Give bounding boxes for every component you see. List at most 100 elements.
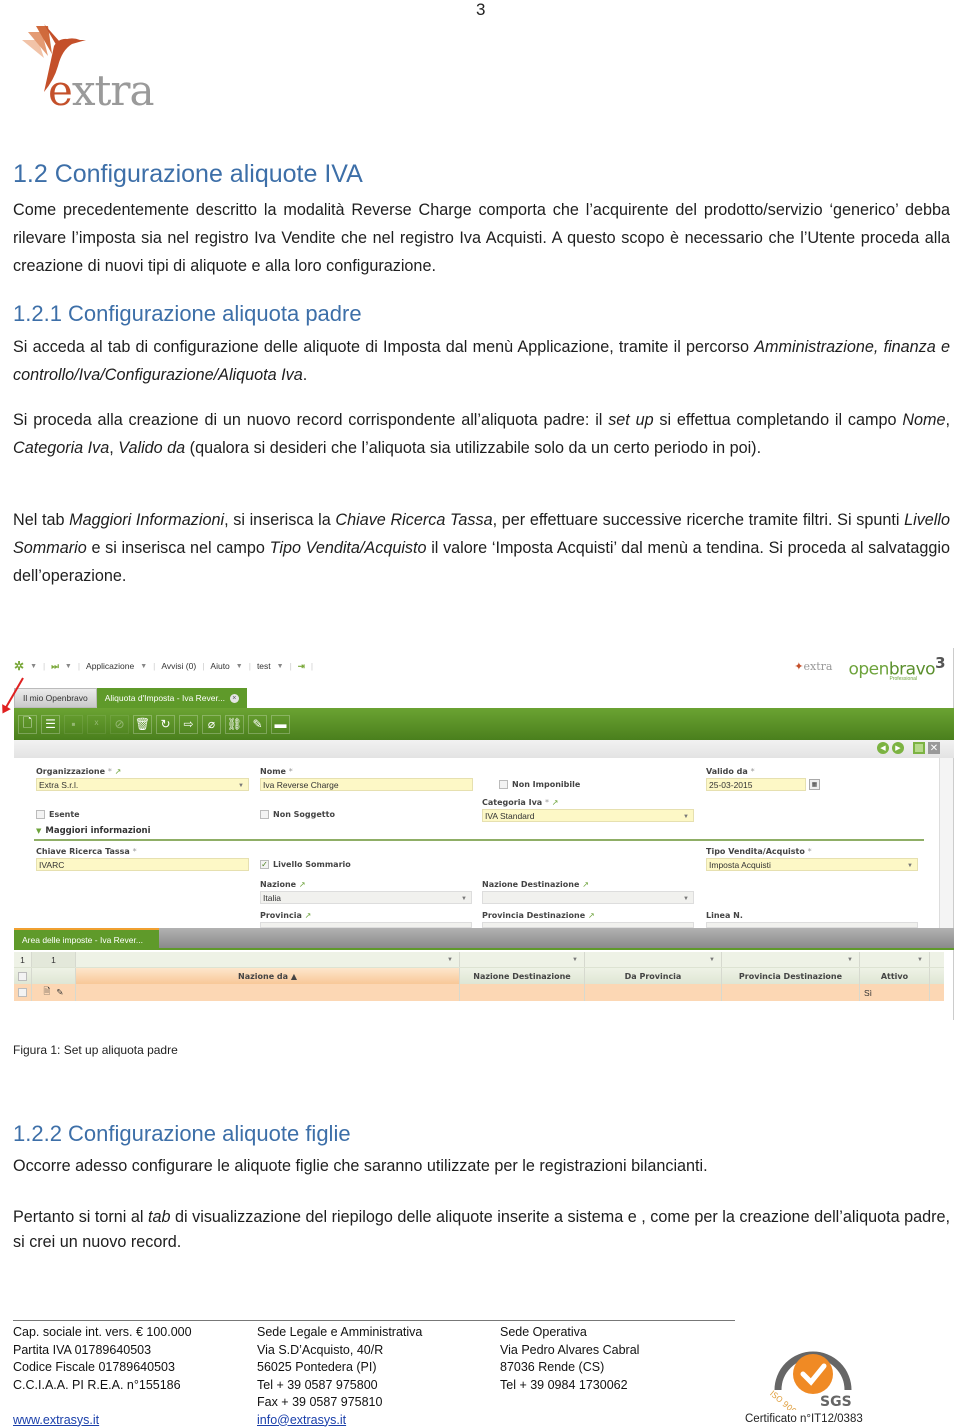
non-imponibile-checkbox[interactable]: Non Imponibile bbox=[499, 780, 580, 789]
chevron-down-icon[interactable]: ▼ bbox=[905, 860, 915, 869]
tab-aliquota-imposta[interactable]: Aliquota d'Imposta - Iva Rever... × bbox=[96, 688, 247, 708]
column-header-nazione-destinazione[interactable]: Nazione Destinazione bbox=[460, 968, 585, 984]
trash-icon: 🗑 bbox=[134, 717, 151, 731]
categoria-iva-select[interactable]: IVA Standard ▼ bbox=[482, 809, 694, 822]
chiave-ricerca-label: Chiave Ricerca Tassa * bbox=[36, 847, 137, 856]
menu-aiuto[interactable]: Aiuto bbox=[210, 661, 229, 671]
undo-button[interactable]: ⊘ bbox=[110, 714, 129, 734]
chevron-down-icon[interactable]: ▼ bbox=[236, 780, 246, 789]
paragraph-new-record: Si proceda alla creazione di un nuovo re… bbox=[13, 411, 950, 457]
filter-da-provincia[interactable]: ▼ bbox=[585, 952, 722, 967]
figure-caption: Figura 1: Set up aliquota padre bbox=[13, 1043, 178, 1057]
expand-triangle-icon[interactable]: ▼ bbox=[36, 827, 41, 835]
table-row[interactable]: 🗎 ✎ Sì bbox=[14, 984, 944, 1001]
tipo-vendita-select[interactable]: Imposta Acquisti ▼ bbox=[706, 858, 918, 871]
provincia-destinazione-label: Provincia Destinazione ↗ bbox=[482, 911, 595, 920]
attach-button[interactable]: ⌀ bbox=[202, 714, 221, 734]
save-close-button[interactable]: ˣ bbox=[87, 714, 106, 734]
section-heading-1-2-1: 1.2.1 Configurazione aliquota padre bbox=[13, 301, 362, 326]
nome-input[interactable]: Iva Reverse Charge bbox=[260, 778, 473, 791]
save-button[interactable]: ▪ bbox=[64, 714, 83, 734]
grid-header-row: Nazione da ▲ Nazione Destinazione Da Pro… bbox=[14, 968, 944, 984]
extra-logo: extra bbox=[14, 18, 155, 115]
next-record-icon[interactable]: ▶ bbox=[892, 742, 904, 754]
chevron-down-icon[interactable]: ▼ bbox=[681, 811, 691, 820]
paragraph-new-child-record: Pertanto si torni al tab di visualizzazi… bbox=[13, 1208, 950, 1251]
quick-launch-icon[interactable]: ⏭ bbox=[51, 661, 59, 672]
non-soggetto-checkbox[interactable]: Non Soggetto bbox=[260, 810, 335, 819]
paperclip-icon: ⌀ bbox=[207, 717, 216, 731]
row-checkbox[interactable] bbox=[14, 984, 32, 1001]
paragraph-figlie-intro: Occorre adesso configurare le aliquote f… bbox=[13, 1157, 708, 1175]
tools-button[interactable]: ✎ bbox=[248, 714, 267, 734]
form-view-icon[interactable]: 🗎 bbox=[44, 986, 51, 1000]
calendar-icon[interactable]: ▦ bbox=[809, 779, 820, 790]
edit-pencil-icon[interactable]: ✎ bbox=[56, 987, 63, 998]
new-record-button[interactable]: 🗋 bbox=[18, 714, 37, 734]
maximize-icon[interactable] bbox=[913, 742, 925, 754]
livello-sommario-checkbox[interactable]: ✓ Livello Sommario bbox=[260, 860, 351, 869]
valido-da-input[interactable]: 25-03-2015 bbox=[706, 778, 806, 791]
menu-applicazione[interactable]: Applicazione bbox=[86, 661, 134, 671]
logout-icon[interactable]: ⇥ bbox=[298, 661, 305, 672]
filter-attivo[interactable]: ▼ bbox=[860, 952, 930, 967]
chiave-ricerca-input[interactable]: IVARC bbox=[36, 858, 249, 871]
close-tab-icon[interactable]: × bbox=[229, 693, 239, 703]
footer-divider bbox=[13, 1320, 735, 1321]
grid-view-button[interactable]: ☰ bbox=[41, 714, 60, 734]
checkbox-icon[interactable] bbox=[260, 810, 269, 819]
website-link[interactable]: www.extrasys.it bbox=[13, 1413, 99, 1427]
column-header-provincia-destinazione[interactable]: Provincia Destinazione bbox=[722, 968, 860, 984]
favorites-star-icon[interactable]: ✲ bbox=[14, 659, 24, 673]
menu-avvisi[interactable]: Avvisi (0) bbox=[161, 661, 196, 671]
chevron-down-icon[interactable]: ▼ bbox=[140, 663, 147, 670]
nazione-select[interactable]: Italia ▼ bbox=[260, 891, 472, 904]
section-heading-1-2: 1.2 Configurazione aliquote IVA bbox=[13, 160, 363, 188]
footer-legal-office: Sede Legale e Amministrativa Via S.D’Acq… bbox=[257, 1325, 423, 1427]
chevron-down-icon[interactable]: ▼ bbox=[30, 663, 37, 670]
chevron-down-icon[interactable]: ▼ bbox=[277, 663, 284, 670]
nazione-destinazione-select[interactable]: ▼ bbox=[482, 891, 694, 904]
nazione-label: Nazione ↗ bbox=[260, 880, 306, 889]
menu-user[interactable]: test bbox=[257, 661, 271, 671]
cell-nazione-da bbox=[76, 984, 460, 1001]
form-scrollbar[interactable] bbox=[939, 758, 953, 928]
esente-checkbox[interactable]: Esente bbox=[36, 810, 80, 819]
chevron-down-icon[interactable]: ▼ bbox=[236, 663, 243, 670]
chevron-down-icon[interactable]: ▼ bbox=[681, 893, 691, 902]
filter-provincia-destinazione[interactable]: ▼ bbox=[722, 952, 860, 967]
select-all-checkbox[interactable] bbox=[14, 968, 32, 984]
paragraph-more-info: Nel tab Maggiori Informazioni, si inseri… bbox=[13, 511, 951, 585]
tab-area-imposte[interactable]: Area delle imposte - Iva Rever... bbox=[14, 928, 159, 950]
email-link[interactable]: info@extrasys.it bbox=[257, 1413, 346, 1427]
certificate-number: Certificato n°IT12/0383 bbox=[745, 1413, 863, 1425]
layout-button[interactable]: ▬ bbox=[271, 714, 290, 734]
refresh-button[interactable]: ↻ bbox=[156, 714, 175, 734]
sgs-iso-9001-badge: ISO 9001 SGS bbox=[768, 1351, 852, 1410]
grid-icon: ☰ bbox=[45, 717, 56, 731]
checkbox-icon[interactable] bbox=[499, 780, 508, 789]
column-header-da-provincia[interactable]: Da Provincia bbox=[585, 968, 722, 984]
organizzazione-select[interactable]: Extra S.r.l. ▼ bbox=[36, 778, 249, 791]
chevron-down-icon[interactable]: ▼ bbox=[65, 663, 72, 670]
checkbox-checked-icon[interactable]: ✓ bbox=[260, 860, 269, 869]
cell-nazione-destinazione bbox=[460, 984, 585, 1001]
column-header-nazione-da[interactable]: Nazione da ▲ bbox=[76, 968, 460, 984]
close-form-icon[interactable]: ✕ bbox=[928, 742, 940, 754]
tax-zone-grid: Area delle imposte - Iva Rever... 1 1 ▼ … bbox=[14, 928, 954, 1020]
previous-record-icon[interactable]: ◀ bbox=[877, 742, 889, 754]
column-header-attivo[interactable]: Attivo bbox=[860, 968, 930, 984]
checkbox-icon[interactable] bbox=[36, 810, 45, 819]
brand-logos: ✦extra openbravo3 Professional bbox=[794, 654, 945, 682]
section-1-2-intro: Come precedentemente descritto la modali… bbox=[13, 201, 950, 275]
maggiori-informazioni-section[interactable]: ▼ Maggiori informazioni bbox=[36, 826, 151, 836]
export-button[interactable]: ⇨ bbox=[179, 714, 198, 734]
tab-il-mio-openbravo[interactable]: Il mio Openbravo bbox=[14, 688, 97, 708]
link-button[interactable]: ⛓ bbox=[225, 714, 244, 734]
filter-nazione-da[interactable]: ▼ bbox=[76, 952, 460, 967]
delete-button[interactable]: 🗑 bbox=[133, 714, 152, 734]
chevron-down-icon[interactable]: ▼ bbox=[459, 893, 469, 902]
categoria-iva-label: Categoria Iva * ↗ bbox=[482, 798, 559, 807]
filter-nazione-destinazione[interactable]: ▼ bbox=[460, 952, 585, 967]
window-tabs: Il mio Openbravo Aliquota d'Imposta - Iv… bbox=[14, 688, 247, 708]
